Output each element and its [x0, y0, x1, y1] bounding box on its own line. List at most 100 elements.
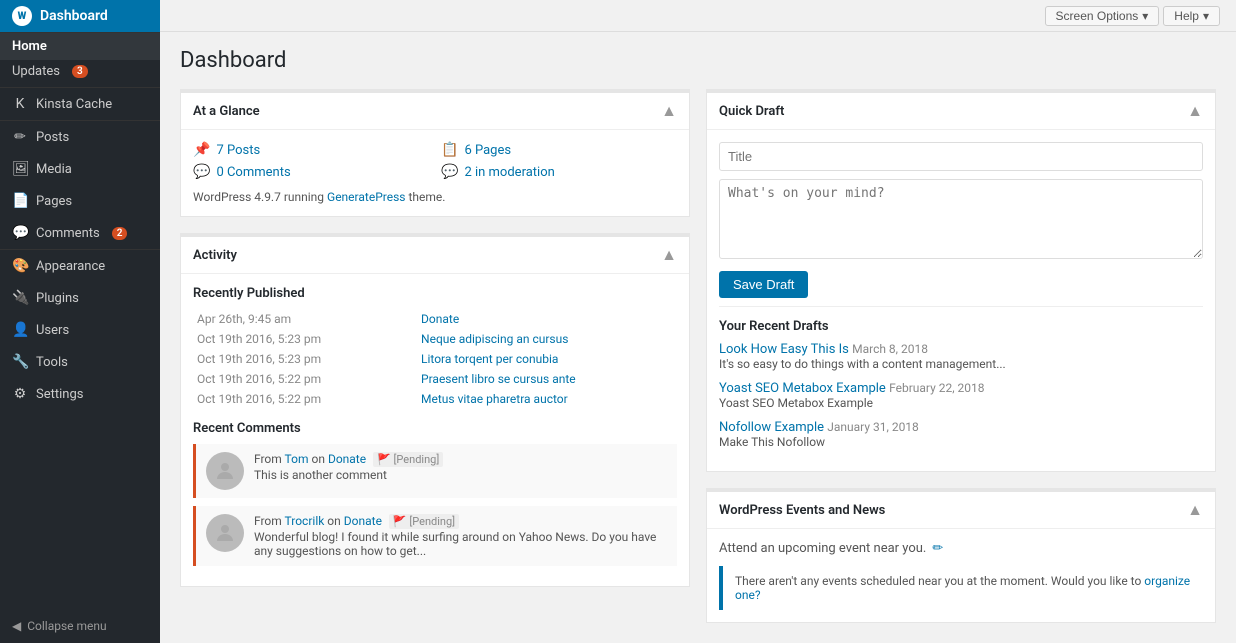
sidebar-item-pages[interactable]: 📄 Pages — [0, 185, 160, 217]
activity-toggle[interactable]: ▲ — [661, 245, 677, 265]
draft-title-row: Yoast SEO Metabox Example February 22, 2… — [719, 381, 1203, 396]
events-edit-icon[interactable]: ✏ — [932, 541, 943, 556]
organize-link[interactable]: organize one? — [735, 574, 1190, 602]
draft-title-link[interactable]: Yoast SEO Metabox Example — [719, 381, 886, 396]
wp-events-toggle[interactable]: ▲ — [1187, 500, 1203, 520]
activity-row: Oct 19th 2016, 5:23 pm Neque adipiscing … — [193, 329, 677, 349]
sidebar-item-tools[interactable]: 🔧 Tools — [0, 346, 160, 378]
activity-post-link[interactable]: Neque adipiscing an cursus — [421, 332, 568, 346]
at-a-glance-header: At a Glance ▲ — [181, 93, 689, 130]
activity-post-title: Donate — [417, 309, 677, 329]
collapse-menu[interactable]: ◀ Collapse menu — [0, 609, 160, 643]
activity-date: Oct 19th 2016, 5:22 pm — [193, 389, 417, 409]
save-draft-button[interactable]: Save Draft — [719, 271, 808, 298]
activity-date: Apr 26th, 9:45 am — [193, 309, 417, 329]
home-label: Home — [12, 39, 47, 54]
draft-excerpt: Make This Nofollow — [719, 435, 1203, 449]
comment-post-link[interactable]: Donate — [344, 514, 382, 528]
theme-link[interactable]: GeneratePress — [327, 190, 405, 204]
sidebar-item-label: Pages — [36, 194, 72, 209]
sidebar-brand-label: Dashboard — [40, 8, 108, 24]
pages-icon: 📄 — [12, 193, 28, 209]
sidebar-brand[interactable]: W Dashboard — [0, 0, 160, 32]
sidebar-item-users[interactable]: 👤 Users — [0, 314, 160, 346]
events-notice-text: There aren't any events scheduled near y… — [735, 574, 1190, 602]
posts-glance-link[interactable]: 7 Posts — [216, 143, 260, 158]
users-icon: 👤 — [12, 322, 28, 338]
help-button[interactable]: Help ▾ — [1163, 6, 1220, 26]
updates-label: Updates — [12, 64, 60, 79]
page-title: Dashboard — [180, 48, 1216, 73]
sidebar-item-label: Media — [36, 162, 72, 177]
main-content: Screen Options ▾ Help ▾ Dashboard At a G… — [160, 0, 1236, 643]
at-a-glance-toggle[interactable]: ▲ — [661, 101, 677, 121]
kinsta-icon: K — [12, 96, 28, 112]
comment-author-link[interactable]: Tom — [285, 452, 309, 466]
screen-options-label: Screen Options — [1056, 9, 1139, 23]
quick-draft-title: Quick Draft — [719, 104, 784, 119]
sidebar-item-label: Appearance — [36, 259, 105, 274]
comment-status: 🚩 [Pending] — [389, 514, 459, 529]
posts-icon: ✏ — [12, 129, 28, 145]
comment-avatar — [206, 514, 244, 552]
events-notice: There aren't any events scheduled near y… — [719, 566, 1203, 610]
comments-glance-link[interactable]: 0 Comments — [216, 165, 290, 180]
page-content: Dashboard At a Glance ▲ 📌 7 Posts — [160, 32, 1236, 643]
draft-title-row: Look How Easy This Is March 8, 2018 — [719, 342, 1203, 357]
activity-post-link[interactable]: Praesent libro se cursus ante — [421, 372, 576, 386]
pages-glance-link[interactable]: 6 Pages — [464, 143, 511, 158]
draft-divider — [719, 306, 1203, 307]
activity-post-link[interactable]: Donate — [421, 312, 459, 326]
tools-icon: 🔧 — [12, 354, 28, 370]
moderation-glance-link[interactable]: 2 in moderation — [464, 165, 554, 180]
comment-content: From Tom on Donate 🚩 [Pending] This is a… — [254, 452, 677, 490]
quick-draft-body-input[interactable] — [719, 179, 1203, 259]
sidebar-item-media[interactable]: 🖼 Media — [0, 153, 160, 185]
draft-title-link[interactable]: Look How Easy This Is — [719, 342, 849, 357]
help-label: Help — [1174, 9, 1199, 23]
sidebar-item-posts[interactable]: ✏ Posts — [0, 121, 160, 153]
sidebar-home-section: Home Updates 3 — [0, 32, 160, 87]
draft-excerpt: It's so easy to do things with a content… — [719, 357, 1203, 371]
pages-glance-icon: 📋 — [441, 142, 458, 158]
sidebar-item-home[interactable]: Home — [0, 33, 160, 60]
comment-status: 🚩 [Pending] — [373, 452, 443, 467]
activity-row: Oct 19th 2016, 5:22 pm Praesent libro se… — [193, 369, 677, 389]
comment-post-link[interactable]: Donate — [328, 452, 366, 466]
wordpress-icon: W — [12, 6, 32, 26]
sidebar-item-appearance[interactable]: 🎨 Appearance — [0, 250, 160, 282]
comment-meta: From Trocrilk on Donate 🚩 [Pending] — [254, 514, 677, 528]
draft-item: Look How Easy This Is March 8, 2018 It's… — [719, 342, 1203, 371]
topbar: Screen Options ▾ Help ▾ — [160, 0, 1236, 32]
sidebar: W Dashboard Home Updates 3 K Kinsta Cach… — [0, 0, 160, 643]
screen-options-button[interactable]: Screen Options ▾ — [1045, 6, 1160, 26]
comments-icon: 💬 — [12, 225, 28, 241]
sidebar-item-updates[interactable]: Updates 3 — [0, 60, 160, 87]
quick-draft-title-input[interactable] — [719, 142, 1203, 171]
comments-glance-icon: 💬 — [193, 164, 210, 180]
sidebar-item-plugins[interactable]: 🔌 Plugins — [0, 282, 160, 314]
media-icon: 🖼 — [12, 161, 28, 177]
updates-badge: 3 — [72, 65, 88, 78]
activity-date: Oct 19th 2016, 5:23 pm — [193, 329, 417, 349]
activity-post-link[interactable]: Litora torqent per conubia — [421, 352, 558, 366]
wp-events-body: Attend an upcoming event near you. ✏ The… — [707, 529, 1215, 622]
comment-meta: From Tom on Donate 🚩 [Pending] — [254, 452, 677, 466]
wp-info-text: WordPress 4.9.7 running — [193, 190, 327, 204]
at-a-glance-widget: At a Glance ▲ 📌 7 Posts 📋 6 Pages — [180, 89, 690, 217]
activity-post-title: Praesent libro se cursus ante — [417, 369, 677, 389]
sidebar-item-kinsta-cache[interactable]: K Kinsta Cache — [0, 88, 160, 120]
activity-post-link[interactable]: Metus vitae pharetra auctor — [421, 392, 568, 406]
draft-date: January 31, 2018 — [827, 420, 919, 434]
activity-post-title: Metus vitae pharetra auctor — [417, 389, 677, 409]
sidebar-item-settings[interactable]: ⚙ Settings — [0, 378, 160, 410]
quick-draft-toggle[interactable]: ▲ — [1187, 101, 1203, 121]
left-column: At a Glance ▲ 📌 7 Posts 📋 6 Pages — [180, 89, 690, 623]
comments-badge: 2 — [112, 227, 128, 240]
comment-author-link[interactable]: Trocrilk — [285, 514, 325, 528]
events-intro-text: Attend an upcoming event near you. — [719, 541, 926, 556]
sidebar-item-comments[interactable]: 💬 Comments 2 — [0, 217, 160, 249]
draft-date: February 22, 2018 — [889, 381, 984, 395]
activity-title: Activity — [193, 248, 237, 263]
draft-title-link[interactable]: Nofollow Example — [719, 420, 824, 435]
